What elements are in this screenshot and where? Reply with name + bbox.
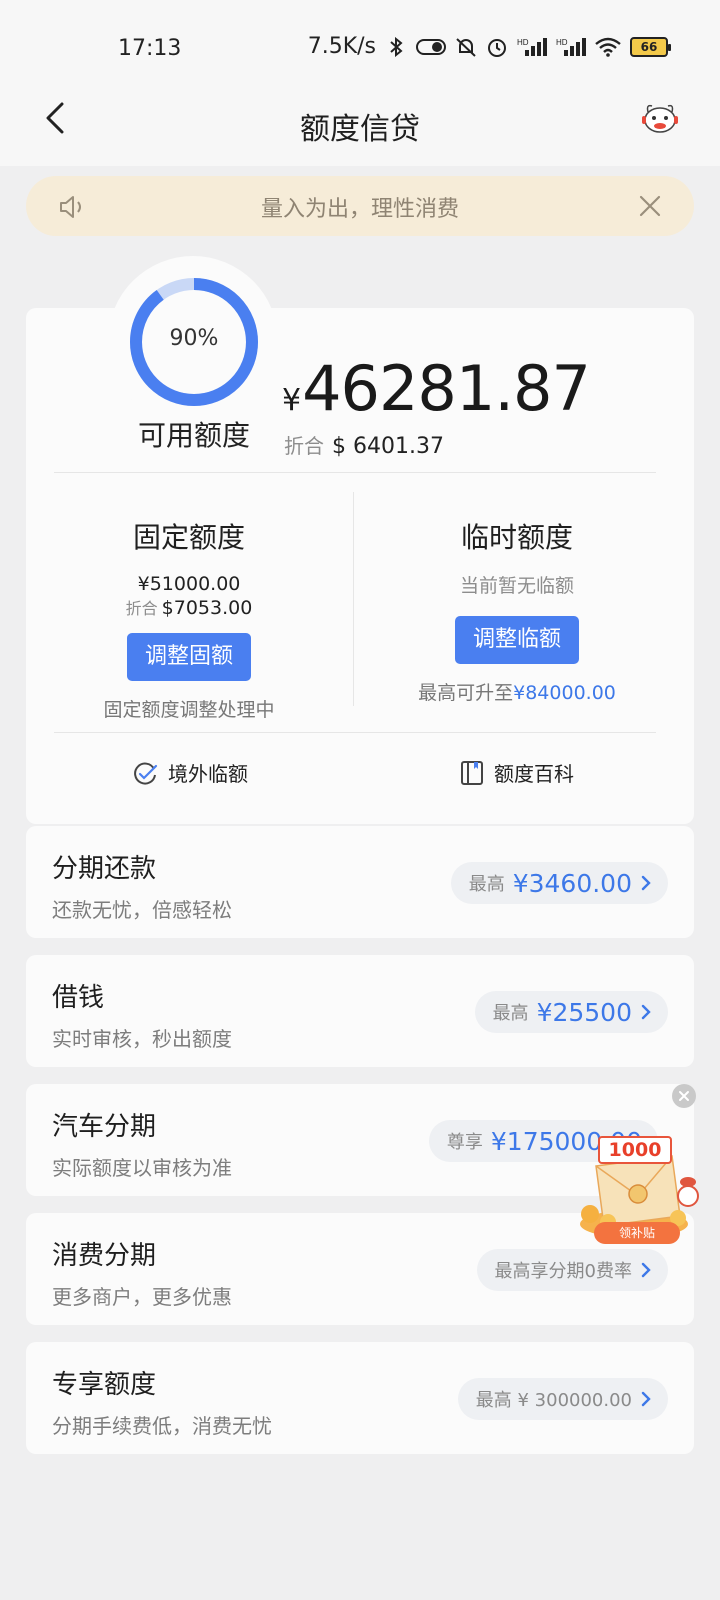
status-time: 17:13: [118, 36, 182, 61]
fixed-credit-equiv: 折合 $7053.00: [34, 596, 344, 621]
hd-signal-icon: HD: [517, 37, 547, 56]
pill-label: 尊享: [446, 1132, 483, 1153]
network-speed: 7.5K/s: [307, 34, 376, 59]
amount-equivalent: 折合 $ 6401.37: [284, 430, 444, 459]
wifi-icon: [595, 37, 621, 57]
fixed-credit-note: 固定额度调整处理中: [103, 699, 275, 721]
alarm-icon: [488, 38, 506, 57]
fixed-credit-section: 固定额度 ¥51000.00 折合 $7053.00 调整固额 固定额度调整处理中: [34, 516, 344, 723]
equiv-value: $7053.00: [161, 597, 253, 619]
adjust-fixed-credit-button[interactable]: 调整固额: [126, 633, 251, 681]
divider: [54, 732, 656, 733]
pill-label: 最高: [468, 874, 505, 895]
fixed-credit-amount: ¥51000.00: [137, 573, 241, 595]
notice-banner: 量入为出，理性消费: [26, 176, 694, 236]
row-title: 消费分期: [52, 1241, 157, 1271]
mute-icon: [456, 37, 476, 57]
chevron-right-icon: [641, 1004, 651, 1020]
limit-pill[interactable]: 最高 ¥3460.00: [450, 862, 668, 904]
exclusive-credit-card[interactable]: 专享额度 分期手续费低，消费无忧 最高 ¥ 300000.00: [26, 1342, 694, 1454]
temp-credit-note: 最高可升至¥84000.00: [362, 680, 672, 706]
row-subtitle: 还款无忧，倍感轻松: [52, 898, 232, 922]
pill-label: 最高: [492, 1003, 529, 1024]
promo-tag[interactable]: 领补贴: [594, 1222, 680, 1244]
borrow-money-card[interactable]: 借钱 实时审核，秒出额度 最高 ¥25500: [26, 955, 694, 1067]
pill-value: 最高享分期0费率: [494, 1261, 632, 1282]
link-label: 境外临额: [168, 762, 248, 786]
chevron-right-icon: [641, 1391, 651, 1407]
temp-credit-status: 当前暂无临额: [459, 575, 574, 597]
hd-signal-icon: HD: [556, 37, 586, 56]
temp-credit-title: 临时额度: [460, 521, 573, 554]
pill-value: 最高 ¥ 300000.00: [475, 1390, 632, 1411]
amount-value: 46281.87: [302, 352, 591, 425]
mascot-icon[interactable]: [640, 100, 680, 136]
limit-pill[interactable]: 最高 ¥25500: [474, 991, 668, 1033]
link-label: 额度百科: [494, 762, 574, 786]
row-subtitle: 实际额度以审核为准: [52, 1156, 232, 1180]
row-subtitle: 实时审核，秒出额度: [52, 1027, 232, 1051]
available-credit-label: 可用额度: [137, 419, 250, 452]
toggle-icon: [416, 38, 446, 55]
note-max-value: ¥84000.00: [513, 682, 616, 704]
nav-bar: 额度信贷: [0, 100, 720, 166]
fixed-credit-title: 固定额度: [132, 521, 245, 554]
row-subtitle: 分期手续费低，消费无忧: [52, 1414, 272, 1438]
chevron-right-icon: [641, 875, 651, 891]
currency-symbol: ¥: [282, 383, 301, 418]
pill-value: ¥3460.00: [512, 868, 632, 898]
limit-pill[interactable]: 最高享分期0费率: [476, 1249, 668, 1291]
pill-value: ¥25500: [536, 997, 632, 1027]
available-amount: ¥46281.87: [282, 352, 591, 425]
divider: [54, 472, 656, 473]
gauge-percent: 90%: [169, 326, 219, 351]
promo-amount: 1000: [598, 1136, 672, 1164]
bluetooth-icon: [390, 36, 403, 57]
promo-close-button[interactable]: [672, 1084, 696, 1108]
row-title: 专享额度: [52, 1370, 157, 1400]
overseas-refresh-icon: [134, 762, 158, 784]
overseas-temp-credit-link[interactable]: 境外临额: [132, 758, 248, 787]
status-icons: 7.5K/s HD HD 66: [307, 34, 671, 59]
page-title: 额度信贷: [300, 112, 420, 147]
status-bar: 17:13 7.5K/s HD HD 66: [0, 0, 720, 100]
credit-wiki-link[interactable]: 额度百科: [460, 758, 574, 787]
svg-text:HD: HD: [556, 38, 568, 47]
chevron-right-icon: [641, 1262, 651, 1278]
book-icon: [461, 760, 483, 785]
close-icon[interactable]: [638, 194, 662, 218]
row-title: 汽车分期: [52, 1112, 157, 1142]
svg-text:HD: HD: [517, 38, 529, 47]
equiv-label: 折合: [125, 599, 158, 618]
note-prefix: 最高可升至: [418, 682, 514, 704]
row-subtitle: 更多商户，更多优惠: [52, 1285, 232, 1309]
installment-repayment-card[interactable]: 分期还款 还款无忧，倍感轻松 最高 ¥3460.00: [26, 826, 694, 938]
equiv-label: 折合: [284, 434, 324, 458]
battery-icon: 66: [630, 36, 671, 57]
row-title: 分期还款: [52, 854, 157, 884]
adjust-temp-credit-button[interactable]: 调整临额: [454, 616, 579, 664]
divider: [353, 492, 354, 706]
equiv-value: $ 6401.37: [332, 434, 444, 459]
close-icon: [679, 1091, 689, 1101]
temp-credit-section: 临时额度 当前暂无临额 调整临额 最高可升至¥84000.00: [362, 516, 672, 706]
notice-text: 量入为出，理性消费: [260, 197, 459, 222]
limit-pill[interactable]: 最高 ¥ 300000.00: [457, 1378, 668, 1420]
row-title: 借钱: [52, 983, 105, 1013]
